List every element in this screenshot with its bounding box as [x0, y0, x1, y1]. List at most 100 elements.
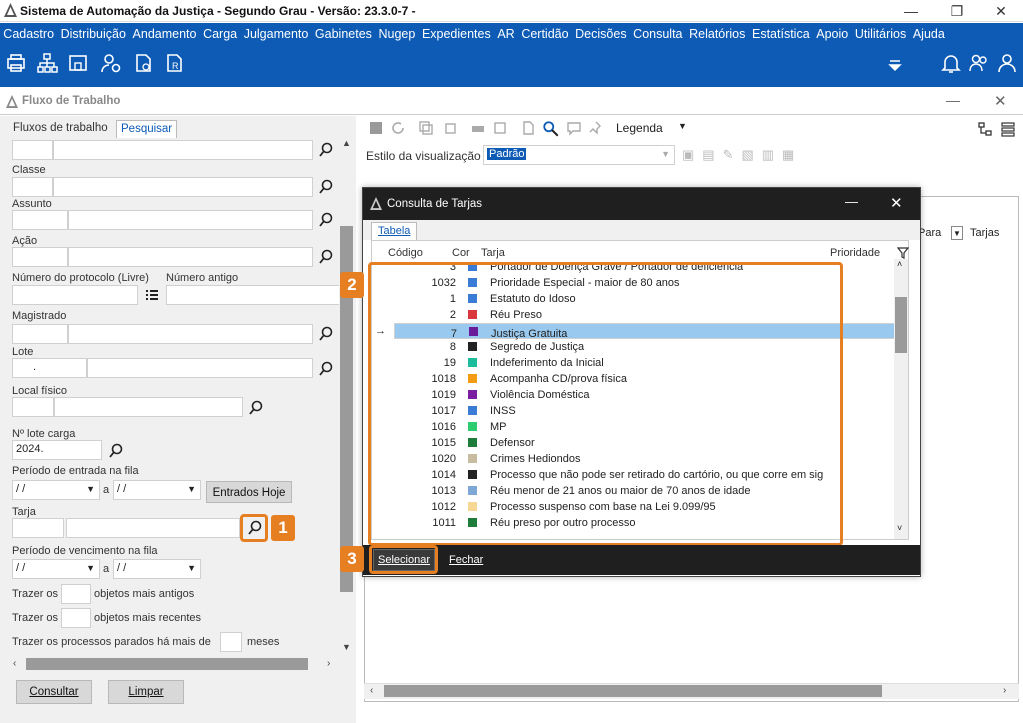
search-icon[interactable]	[108, 443, 124, 459]
tab-fluxos[interactable]: Fluxos de trabalho	[9, 120, 112, 138]
magnify-icon[interactable]	[542, 120, 560, 138]
search-icon[interactable]	[318, 212, 334, 228]
magistrado-code-input[interactable]	[12, 324, 68, 344]
dialog-close-button[interactable]: ✕	[890, 194, 903, 212]
col-para[interactable]: Para	[918, 227, 941, 239]
entrada-fim-date[interactable]: / / ▼	[113, 480, 201, 500]
scroll-left-icon[interactable]: ‹	[13, 658, 16, 669]
menu-item-13[interactable]: Estatística	[749, 23, 813, 45]
table-scroll-thumb[interactable]	[895, 297, 907, 353]
scroll-right-icon[interactable]: ›	[327, 658, 330, 669]
tarja-search-icon[interactable]	[247, 520, 263, 536]
consultar-button[interactable]: Consultar	[16, 680, 92, 704]
tab-pesquisar[interactable]: Pesquisar	[116, 120, 178, 138]
list-view-icon[interactable]	[1000, 121, 1016, 137]
protocolo-input[interactable]	[12, 285, 138, 305]
search-icon[interactable]	[318, 361, 334, 377]
lote-name-input[interactable]	[87, 358, 313, 378]
tarja-name-input[interactable]	[66, 518, 240, 538]
menu-item-4[interactable]: Julgamento	[240, 23, 311, 45]
document-clock-icon[interactable]	[132, 52, 154, 74]
chevron-down-icon[interactable]: ▼	[678, 121, 687, 131]
local-name-input[interactable]	[54, 397, 243, 417]
dialog-minimize-button[interactable]: —	[845, 194, 858, 209]
antigos-count-input[interactable]	[61, 584, 91, 604]
menu-item-1[interactable]: Distribuição	[57, 23, 129, 45]
menu-item-6[interactable]: Nugep	[375, 23, 418, 45]
field-prev-a[interactable]	[12, 140, 53, 160]
col-prioridade[interactable]: Prioridade	[830, 247, 880, 259]
close-window-button[interactable]: ✕	[978, 0, 1023, 22]
document-r-icon[interactable]: R	[163, 52, 185, 74]
flow-minimize-button[interactable]: —	[946, 92, 960, 108]
search-icon[interactable]	[318, 179, 334, 195]
save-icon[interactable]	[368, 120, 384, 136]
limpar-button[interactable]: Limpar	[108, 680, 184, 704]
menu-item-10[interactable]: Decisões	[572, 23, 630, 45]
tarja-code-input[interactable]	[12, 518, 64, 538]
scroll-left-icon[interactable]: ‹	[370, 685, 373, 696]
magistrado-name-input[interactable]	[68, 324, 313, 344]
scroll-up-icon[interactable]: ▲	[342, 138, 351, 148]
menu-item-8[interactable]: AR	[494, 23, 518, 45]
menu-item-16[interactable]: Ajuda	[910, 23, 949, 45]
pin-icon[interactable]	[588, 120, 604, 136]
left-hscroll-thumb[interactable]	[26, 658, 308, 670]
flow-close-button[interactable]: ✕	[994, 92, 1007, 110]
acao-code-input[interactable]	[12, 247, 68, 267]
print-icon[interactable]	[470, 120, 486, 136]
fechar-button[interactable]: Fechar	[449, 549, 483, 571]
refresh-icon[interactable]	[390, 120, 406, 136]
restore-button[interactable]: ❐	[934, 0, 980, 22]
filter-icon[interactable]	[897, 247, 909, 259]
menu-item-14[interactable]: Apoio	[813, 23, 852, 45]
vencimento-fim-date[interactable]: / / ▼	[113, 559, 201, 579]
recentes-count-input[interactable]	[61, 608, 91, 628]
dropdown-arrow-icon[interactable]	[884, 55, 906, 77]
entrada-inicio-date[interactable]: / / ▼	[12, 480, 100, 500]
printer-icon[interactable]	[5, 52, 27, 74]
assunto-code-input[interactable]	[12, 210, 68, 230]
col-cor[interactable]: Cor	[452, 247, 470, 259]
lote-carga-input[interactable]: 2024.	[12, 440, 102, 460]
search-icon[interactable]	[318, 326, 334, 342]
menu-item-7[interactable]: Expedientes	[419, 23, 494, 45]
minimize-button[interactable]: —	[888, 0, 934, 22]
scroll-up-icon[interactable]: ˄	[897, 259, 902, 269]
scroll-down-icon[interactable]: ▼	[342, 642, 351, 652]
menu-item-2[interactable]: Andamento	[129, 23, 200, 45]
chevron-down-icon[interactable]: ▼	[951, 226, 963, 240]
menu-item-3[interactable]: Carga	[200, 23, 241, 45]
comment-icon[interactable]	[566, 120, 582, 136]
numero-antigo-input[interactable]	[166, 285, 340, 305]
menu-item-12[interactable]: Relatórios	[686, 23, 749, 45]
menu-item-5[interactable]: Gabinetes	[312, 23, 376, 45]
grid-hscroll-thumb[interactable]	[384, 685, 882, 697]
menu-item-15[interactable]: Utilitários	[852, 23, 910, 45]
menu-item-0[interactable]: Cadastro	[0, 23, 57, 45]
col-tarja[interactable]: Tarja	[481, 247, 505, 259]
assunto-name-input[interactable]	[68, 210, 313, 230]
local-code-input[interactable]	[12, 397, 54, 417]
menu-item-9[interactable]: Certidão	[518, 23, 572, 45]
search-icon[interactable]	[248, 400, 264, 416]
user-icon[interactable]	[996, 52, 1018, 74]
users-icon[interactable]	[968, 52, 990, 74]
col-tarjas[interactable]: Tarjas	[970, 227, 999, 239]
scroll-down-icon[interactable]: ˅	[897, 523, 902, 533]
list-icon[interactable]	[144, 287, 160, 303]
entrados-hoje-button[interactable]: Entrados Hoje	[206, 481, 292, 503]
col-codigo[interactable]: Código	[388, 247, 423, 259]
legenda-dropdown[interactable]: Legenda	[616, 121, 663, 135]
lote-input[interactable]: .	[12, 358, 87, 378]
document-icon[interactable]	[520, 120, 536, 136]
menu-item-11[interactable]: Consulta	[630, 23, 686, 45]
estilo-select[interactable]: Padrão ▼	[483, 145, 675, 165]
copy-icon[interactable]	[418, 120, 434, 136]
acao-name-input[interactable]	[68, 247, 313, 267]
sitemap-icon[interactable]	[36, 52, 58, 74]
vencimento-inicio-date[interactable]: / / ▼	[12, 559, 100, 579]
bell-icon[interactable]	[940, 52, 962, 74]
tree-icon[interactable]	[977, 121, 993, 137]
tab-tabela[interactable]: Tabela	[371, 222, 418, 240]
